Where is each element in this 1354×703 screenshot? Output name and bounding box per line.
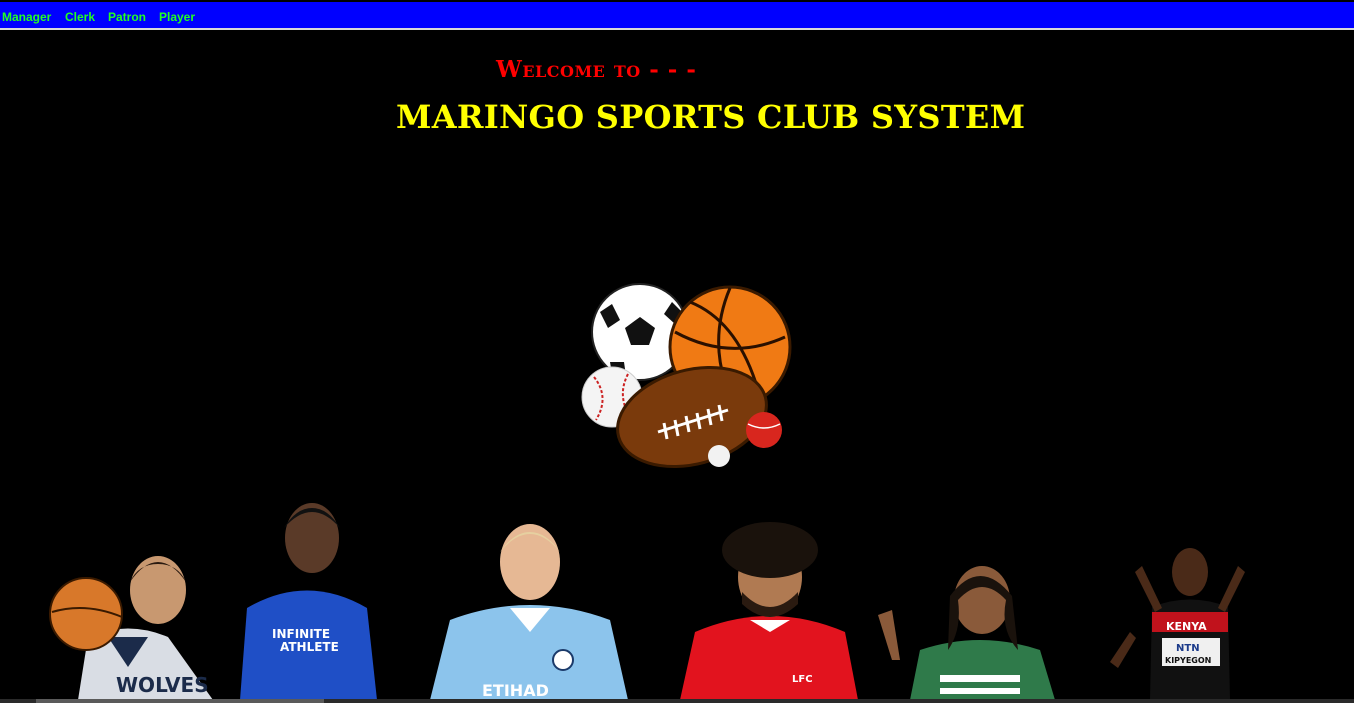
athlete-football-man-city: ETIHAD [430,524,628,700]
svg-text:ATHLETE: ATHLETE [280,640,339,654]
welcome-heading: Welcome to - - - [496,56,697,83]
athlete-basketball-wolves: WOLVES [49,556,213,700]
athlete-sprinter-green [878,566,1055,700]
nav-manager-link[interactable]: Manager [2,10,51,24]
nav-player-link[interactable]: Player [159,10,195,24]
top-navbar: Manager Clerk Patron Player [0,2,1354,30]
svg-text:LFC: LFC [792,674,813,685]
horizontal-scrollbar[interactable] [0,699,1354,703]
nav-patron-link[interactable]: Patron [108,10,146,24]
sports-balls-icon [581,283,792,468]
scrollbar-thumb[interactable] [36,699,324,703]
svg-text:KENYA: KENYA [1166,620,1207,633]
svg-text:WOLVES: WOLVES [116,673,209,697]
athlete-runner-kenya: KENYA NTN KIPYEGON [1110,548,1245,700]
athlete-football-liverpool: LFC [680,522,858,700]
svg-text:NTN: NTN [1176,643,1200,654]
svg-text:INFINITE: INFINITE [272,627,330,641]
athlete-football-chelsea: INFINITE ATHLETE [240,503,377,700]
page-title: MARINGO SPORTS CLUB SYSTEM [396,98,1026,136]
nav-clerk-link[interactable]: Clerk [65,10,95,24]
svg-text:KIPYEGON: KIPYEGON [1165,656,1211,665]
svg-text:ETIHAD: ETIHAD [482,681,549,700]
